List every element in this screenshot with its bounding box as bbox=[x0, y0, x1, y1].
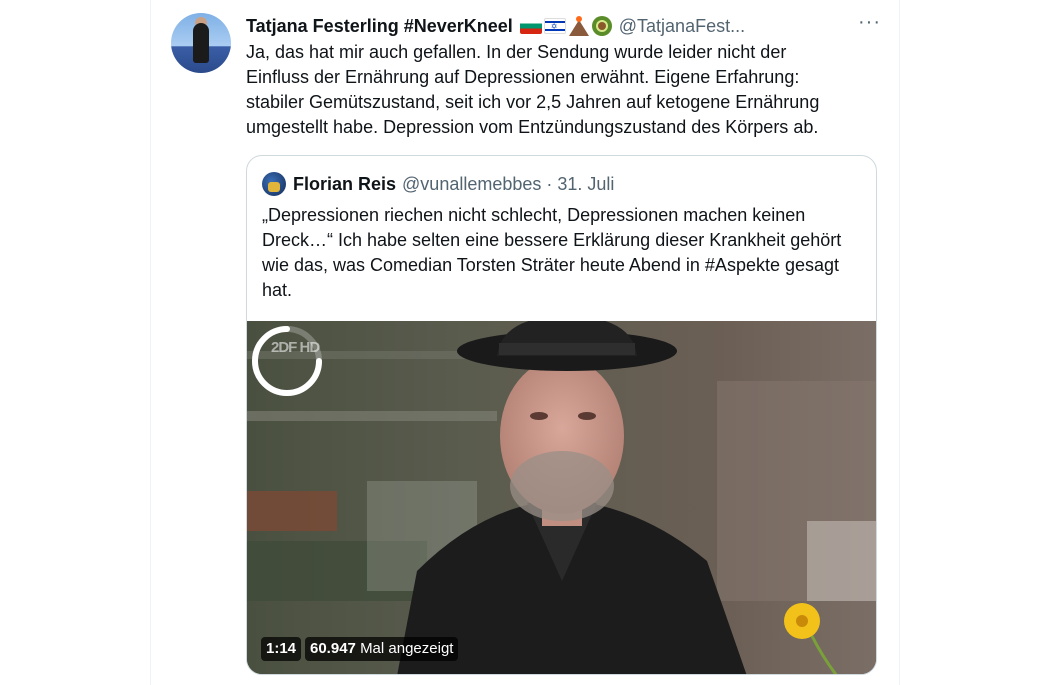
video-player[interactable]: 2DF HD 1:14 60.947 Mal angezeigt bbox=[247, 321, 876, 674]
more-dots-icon[interactable]: ··· bbox=[858, 12, 881, 32]
video-duration: 1:14 bbox=[261, 637, 302, 661]
volcano-icon bbox=[568, 16, 590, 36]
display-name[interactable]: Tatjana Festerling #NeverKneel bbox=[246, 16, 513, 37]
quoted-date[interactable]: 31. Juli bbox=[557, 174, 614, 195]
quoted-handle[interactable]: @vunallemebbes bbox=[402, 174, 541, 195]
quoted-tweet[interactable]: Florian Reis @vunallemebbes · 31. Juli „… bbox=[246, 155, 877, 675]
avatar[interactable] bbox=[171, 13, 231, 73]
user-handle[interactable]: @TatjanaFest... bbox=[619, 16, 745, 37]
tweet-text-line: Ja, das hat mir auch gefallen. In der Se… bbox=[246, 42, 787, 62]
avatar-figure bbox=[193, 23, 209, 63]
tweet-text-line: Einfluss der Ernährung auf Depressionen … bbox=[246, 67, 800, 87]
loading-spinner-icon bbox=[252, 326, 322, 396]
quoted-text-line: „Depressionen riechen nicht schlecht, De… bbox=[262, 205, 806, 225]
quoted-text-line: hat. bbox=[262, 280, 293, 300]
tweet[interactable]: Tatjana Festerling #NeverKneel ✡ @Tatjan… bbox=[151, 0, 899, 685]
timeline-border-right bbox=[899, 0, 900, 685]
view-count-number: 60.947 bbox=[310, 640, 356, 657]
tweet-text-line: umgestellt habe. Depression vom Entzündu… bbox=[246, 117, 819, 137]
tweet-header: Tatjana Festerling #NeverKneel ✡ @Tatjan… bbox=[246, 14, 745, 38]
name-emojis: ✡ bbox=[519, 16, 612, 36]
avocado-icon bbox=[591, 16, 612, 36]
quoted-tweet-text: „Depressionen riechen nicht schlecht, De… bbox=[262, 203, 862, 303]
tweet-text-line: stabiler Gemütszustand, seit ich vor 2,5… bbox=[246, 92, 820, 112]
quoted-avatar[interactable] bbox=[262, 172, 286, 196]
quoted-tweet-header: Florian Reis @vunallemebbes · 31. Juli bbox=[262, 172, 614, 196]
bulgaria-flag-icon bbox=[519, 18, 542, 34]
separator-dot: · bbox=[546, 173, 553, 194]
quoted-display-name[interactable]: Florian Reis bbox=[293, 174, 396, 195]
tweet-text: Ja, das hat mir auch gefallen. In der Se… bbox=[246, 40, 866, 140]
quoted-text-line: Dreck…“ Ich habe selten eine bessere Erk… bbox=[262, 230, 842, 250]
video-frame bbox=[247, 321, 876, 674]
video-view-count: 60.947 Mal angezeigt bbox=[305, 637, 459, 661]
israel-flag-icon: ✡ bbox=[543, 18, 566, 34]
quoted-text-line: wie das, was Comedian Torsten Sträter he… bbox=[262, 255, 840, 275]
view-count-label: Mal angezeigt bbox=[360, 640, 454, 657]
